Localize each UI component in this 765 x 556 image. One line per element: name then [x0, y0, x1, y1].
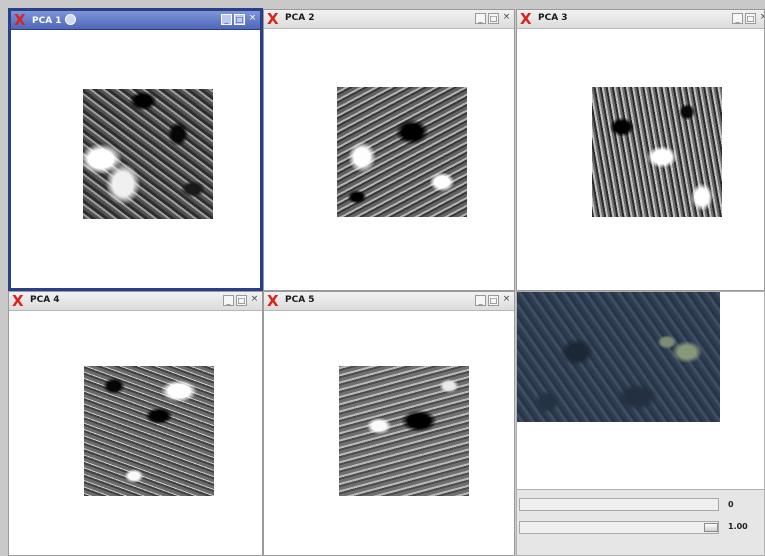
window-title: PCA 4	[30, 295, 60, 305]
window-pca-5[interactable]: X PCA 5 _ □ ×	[263, 291, 515, 556]
pca-3-image	[592, 87, 722, 217]
pca-4-image	[84, 366, 214, 496]
slider-2-value: 1.00	[728, 522, 748, 531]
slider-1-value: 0	[728, 500, 734, 509]
x-logo-icon: X	[12, 292, 24, 310]
maximize-button[interactable]: □	[488, 295, 499, 306]
x-logo-icon: X	[267, 10, 279, 28]
window-title: PCA 1	[32, 14, 76, 26]
close-button[interactable]: ×	[249, 295, 260, 306]
titlebar[interactable]: X PCA 3 _ □ ×	[517, 10, 764, 29]
close-button[interactable]: ×	[758, 13, 764, 24]
slider-1[interactable]	[519, 498, 719, 511]
minimize-button[interactable]: _	[475, 13, 486, 24]
window-title: PCA 3	[538, 13, 568, 23]
x-logo-icon: X	[520, 10, 532, 28]
window-title: PCA 2	[285, 13, 315, 23]
x-logo-icon: X	[14, 11, 26, 29]
maximize-button[interactable]: □	[234, 14, 245, 25]
pca-1-image	[83, 89, 213, 219]
help-icon[interactable]	[64, 14, 76, 25]
composite-image	[517, 292, 720, 422]
titlebar[interactable]: X PCA 1 _ □ ×	[11, 11, 260, 30]
maximize-button[interactable]: □	[236, 295, 247, 306]
window-pca-2[interactable]: X PCA 2 _ □ ×	[263, 9, 515, 291]
pca-5-image	[339, 366, 469, 496]
x-logo-icon: X	[267, 292, 279, 310]
minimize-button[interactable]: _	[732, 13, 743, 24]
titlebar[interactable]: X PCA 5 _ □ ×	[264, 292, 514, 311]
titlebar[interactable]: X PCA 4 _ □ ×	[9, 292, 262, 311]
close-button[interactable]: ×	[247, 14, 258, 25]
maximize-button[interactable]: □	[488, 13, 499, 24]
window-pca-3[interactable]: X PCA 3 _ □ ×	[516, 9, 765, 291]
minimize-button[interactable]: _	[475, 295, 486, 306]
close-button[interactable]: ×	[501, 295, 512, 306]
window-title: PCA 5	[285, 295, 315, 305]
window-pca-4[interactable]: X PCA 4 _ □ ×	[8, 291, 263, 556]
slider-2-thumb[interactable]	[704, 523, 718, 532]
maximize-button[interactable]: □	[745, 13, 756, 24]
titlebar[interactable]: X PCA 2 _ □ ×	[264, 10, 514, 29]
minimize-button[interactable]: _	[223, 295, 234, 306]
slider-2[interactable]	[519, 521, 719, 534]
pca-2-image	[337, 87, 467, 217]
close-button[interactable]: ×	[501, 13, 512, 24]
slider-panel: 0 1.00	[517, 489, 764, 555]
window-composite[interactable]: 0 1.00	[516, 291, 765, 556]
window-pca-1[interactable]: X PCA 1 _ □ ×	[8, 8, 263, 291]
minimize-button[interactable]: _	[221, 14, 232, 25]
